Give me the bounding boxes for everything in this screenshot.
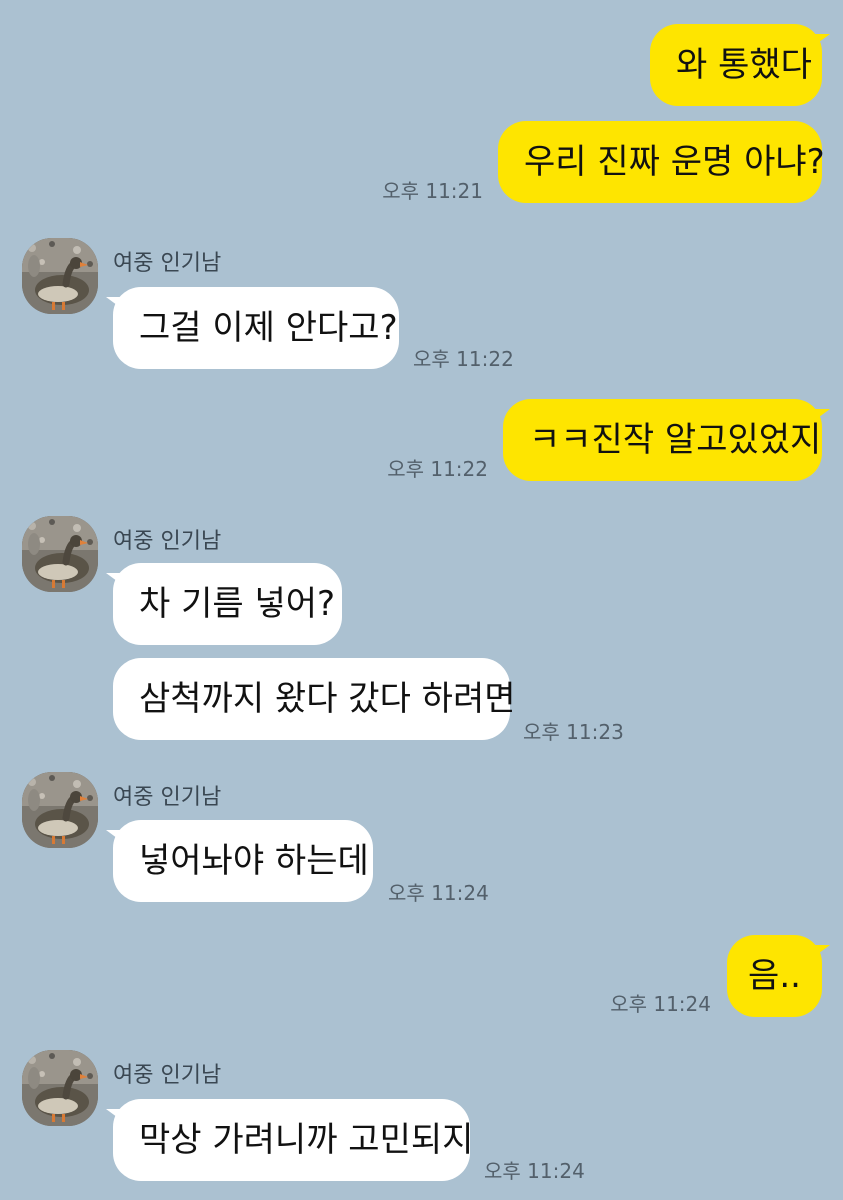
message-timestamp: 오후 11:24 <box>388 881 489 905</box>
message-bubble-theirs[interactable]: 넣어놔야 하는데 <box>113 820 373 902</box>
message-timestamp: 오후 11:23 <box>523 720 624 744</box>
message-timestamp: 오후 11:21 <box>382 179 483 203</box>
message-bubble-theirs[interactable]: 차 기름 넣어? <box>113 563 342 645</box>
message-bubble-theirs[interactable]: 그걸 이제 안다고? <box>113 287 399 369</box>
goose-photo-avatar <box>22 1050 98 1126</box>
goose-photo-avatar <box>22 772 98 848</box>
message-bubble-mine[interactable]: 와 통했다 <box>650 24 822 106</box>
contact-avatar[interactable] <box>22 516 98 592</box>
bubble-tail <box>106 573 121 584</box>
bubble-tail <box>106 830 121 841</box>
message-timestamp: 오후 11:22 <box>413 347 514 371</box>
message-bubble-theirs[interactable]: 막상 가려니까 고민되지 <box>113 1099 473 1181</box>
message-timestamp: 오후 11:24 <box>610 992 711 1016</box>
contact-avatar[interactable] <box>22 238 98 314</box>
bubble-tail <box>106 297 121 308</box>
contact-avatar[interactable] <box>22 1050 98 1126</box>
message-bubble-mine[interactable]: ㅋㅋ진작 알고있었지 <box>503 399 822 481</box>
contact-name: 여중 인기남 <box>113 251 222 276</box>
message-bubble-theirs[interactable]: 삼척까지 왔다 갔다 하려면 <box>113 658 516 740</box>
bubble-tail <box>815 409 830 420</box>
bubble-tail <box>815 34 830 45</box>
contact-name: 여중 인기남 <box>113 529 222 554</box>
message-bubble-mine[interactable]: 음.. <box>727 935 822 1017</box>
message-timestamp: 오후 11:22 <box>387 457 488 481</box>
goose-photo-avatar <box>22 516 98 592</box>
message-bubble-mine[interactable]: 우리 진짜 운명 아냐? <box>498 121 825 203</box>
bubble-tail <box>106 1109 121 1120</box>
contact-avatar[interactable] <box>22 772 98 848</box>
contact-name: 여중 인기남 <box>113 1063 222 1088</box>
goose-photo-avatar <box>22 238 98 314</box>
bubble-tail <box>815 945 830 956</box>
contact-name: 여중 인기남 <box>113 785 222 810</box>
message-timestamp: 오후 11:24 <box>484 1159 585 1183</box>
